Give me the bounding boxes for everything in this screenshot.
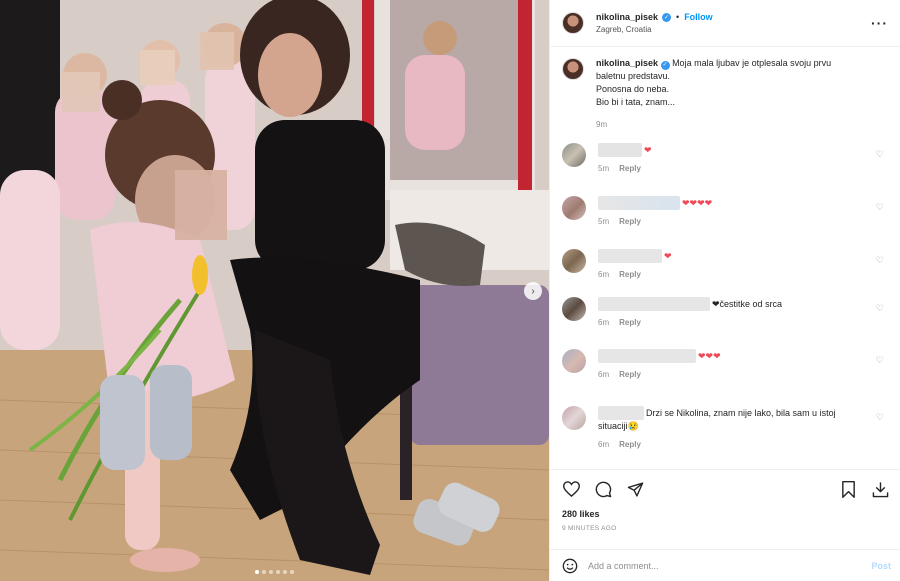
caption-text: Bio bi i tata, znam... [596,97,676,107]
blurred-username[interactable] [598,196,680,210]
verified-badge-icon: ✓ [662,12,672,22]
carousel-dot [262,570,266,574]
post-photo[interactable]: › [0,0,549,581]
commenter-avatar[interactable] [562,297,586,321]
photo-scene [0,0,549,581]
separator-dot: • [676,12,680,22]
reply-button[interactable]: Reply [619,318,641,327]
download-icon[interactable] [871,480,889,498]
comment-item: ❤ 6m Reply ♡ [562,249,892,279]
like-comment-heart-icon[interactable]: ♡ [876,412,884,423]
next-photo-button[interactable]: › [524,282,542,300]
blurred-username[interactable] [598,297,710,311]
comment-time: 6m [598,440,610,449]
comment-bubble-icon[interactable] [594,480,612,498]
comment-time: 5m [598,164,610,173]
caption-time: 9m [596,120,608,129]
carousel-dots [0,570,549,574]
comment-text: ❤ [664,250,672,261]
add-comment-input[interactable] [588,560,872,571]
share-paper-plane-icon[interactable] [626,480,644,498]
post-caption: nikolina_pisek ✓ Moja mala ljubav je otp… [562,57,892,131]
likes-count[interactable]: 280 likes [562,509,889,519]
add-comment-bar: Post [550,549,900,581]
comment-time: 5m [598,217,610,226]
post-header: nikolina_pisek ✓ • Follow Zagreb, Croati… [550,0,900,47]
comment-text: ❤ [644,144,652,155]
reply-button[interactable]: Reply [619,164,641,173]
comment-text: situaciji😢 [598,421,639,431]
carousel-dot [276,570,280,574]
comment-time: 6m [598,270,610,279]
commenter-avatar[interactable] [562,249,586,273]
comment-item: ❤❤❤ 6m Reply ♡ [562,349,892,379]
carousel-dot [290,570,294,574]
header-user-info: nikolina_pisek ✓ • Follow Zagreb, Croati… [596,12,871,34]
blurred-username[interactable] [598,143,642,157]
comment-time: 6m [598,318,610,327]
comment-text: Drzi se Nikolina, znam nije lako, bila s… [646,407,836,418]
blurred-username[interactable] [598,406,644,420]
blurred-username[interactable] [598,249,662,263]
comment-text: ❤❤❤❤ [682,197,713,208]
comment-text: ❤čestitke od srca [712,298,783,309]
carousel-dot [283,570,287,574]
reply-button[interactable]: Reply [619,370,641,379]
comment-item: ❤ 5m Reply ♡ [562,143,892,173]
caption-text: Ponosna do neba. [596,84,670,94]
caption-text: baletnu predstavu. [596,71,671,81]
caption-text: Moja mala ljubav je otplesala svoju prvu [672,58,832,68]
comment-time: 6m [598,370,610,379]
reply-button[interactable]: Reply [619,270,641,279]
post-comment-button[interactable]: Post [871,561,891,571]
like-heart-icon[interactable] [562,480,580,498]
comment-text: ❤❤❤ [698,350,721,361]
carousel-dot [269,570,273,574]
follow-button[interactable]: Follow [684,12,713,22]
commenter-avatar[interactable] [562,406,586,430]
reply-button[interactable]: Reply [619,440,641,449]
caption-username[interactable]: nikolina_pisek [596,58,658,68]
more-options-icon[interactable]: ··· [871,15,888,31]
emoji-icon[interactable] [562,558,578,574]
location-link[interactable]: Zagreb, Croatia [596,25,871,34]
username-link[interactable]: nikolina_pisek [596,12,658,22]
verified-badge-icon: ✓ [660,61,670,70]
comment-item: ❤❤❤❤ 5m Reply ♡ [562,196,892,226]
post-side-panel: nikolina_pisek ✓ • Follow Zagreb, Croati… [549,0,900,581]
comment-item: Drzi se Nikolina, znam nije lako, bila s… [562,406,892,449]
reply-button[interactable]: Reply [619,217,641,226]
like-comment-heart-icon[interactable]: ♡ [876,202,884,213]
post-timestamp: 9 MINUTES AGO [562,525,617,532]
comment-item: ❤čestitke od srca 6m Reply ♡ [562,297,892,327]
like-comment-heart-icon[interactable]: ♡ [876,149,884,160]
avatar[interactable] [562,58,584,80]
commenter-avatar[interactable] [562,196,586,220]
post-actions: 280 likes 9 MINUTES AGO [550,469,900,532]
commenter-avatar[interactable] [562,349,586,373]
carousel-dot [255,570,259,574]
blurred-username[interactable] [598,349,696,363]
like-comment-heart-icon[interactable]: ♡ [876,303,884,314]
avatar[interactable] [562,12,584,34]
commenter-avatar[interactable] [562,143,586,167]
save-bookmark-icon[interactable] [839,480,857,498]
like-comment-heart-icon[interactable]: ♡ [876,255,884,266]
like-comment-heart-icon[interactable]: ♡ [876,355,884,366]
